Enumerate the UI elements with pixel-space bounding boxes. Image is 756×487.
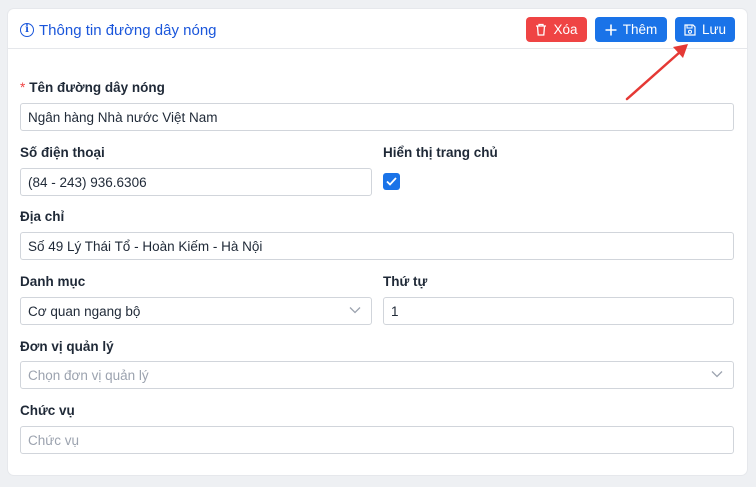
order-label: Thứ tự [383,274,428,289]
hotline-name-label-text: Tên đường dây nóng [29,80,165,95]
add-button-label: Thêm [622,22,658,37]
address-value: Số 49 Lý Thái Tổ - Hoàn Kiếm - Hà Nội [28,238,263,254]
category-label: Danh mục [20,274,86,289]
order-input[interactable]: 1 [383,297,734,325]
position-placeholder: Chức vụ [28,432,80,448]
chevron-down-icon [711,371,723,378]
card-header: i Thông tin đường dây nóng Xóa Thêm Lưu [8,9,747,49]
required-mark: * [20,80,26,95]
position-label: Chức vụ [20,403,75,418]
hotline-info-card: i Thông tin đường dây nóng Xóa Thêm Lưu [8,9,747,475]
hotline-name-value: Ngân hàng Nhà nước Việt Nam [28,109,218,125]
unit-label: Đơn vị quản lý [20,339,114,354]
phone-value: (84 - 243) 936.6306 [28,174,147,190]
unit-select[interactable]: Chọn đơn vị quản lý [20,361,734,389]
check-icon [386,177,397,186]
category-value: Cơ quan ngang bộ [28,303,141,319]
chevron-down-icon [349,307,361,314]
add-button[interactable]: Thêm [595,17,667,42]
category-select[interactable]: Cơ quan ngang bộ [20,297,372,325]
address-label: Địa chỉ [20,209,65,224]
hotline-name-input[interactable]: Ngân hàng Nhà nước Việt Nam [20,103,734,131]
show-home-checkbox[interactable] [383,173,400,190]
card-title-text: Thông tin đường dây nóng [39,21,217,39]
show-home-label: Hiển thị trang chủ [383,145,498,160]
trash-icon [536,23,547,36]
order-value: 1 [391,303,399,319]
card-title: i Thông tin đường dây nóng [20,20,217,40]
plus-icon [605,24,617,35]
unit-placeholder: Chọn đơn vị quản lý [28,367,149,383]
save-icon [684,23,696,36]
delete-button-label: Xóa [553,22,578,37]
phone-input[interactable]: (84 - 243) 936.6306 [20,168,372,196]
address-input[interactable]: Số 49 Lý Thái Tổ - Hoàn Kiếm - Hà Nội [20,232,734,260]
save-button[interactable]: Lưu [675,17,735,42]
position-input[interactable]: Chức vụ [20,426,734,454]
delete-button[interactable]: Xóa [526,17,587,42]
save-button-label: Lưu [701,22,727,37]
info-icon: i [20,23,34,37]
hotline-name-label: * Tên đường dây nóng [20,80,165,95]
phone-label: Số điện thoại [20,145,105,160]
